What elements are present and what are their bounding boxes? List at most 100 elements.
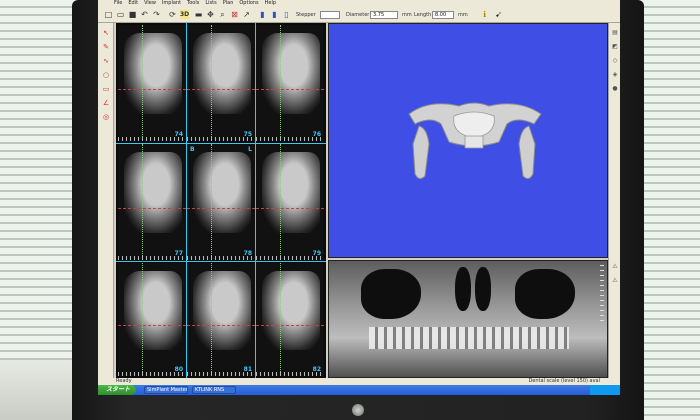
ct-slice-image — [262, 271, 320, 351]
rectangle-tool-icon[interactable]: ▭ — [102, 85, 110, 93]
implant-icon[interactable]: ▮ — [258, 10, 267, 19]
guide-line — [280, 25, 282, 141]
slice-number: 74 — [174, 131, 183, 138]
view-option-icon[interactable]: ◈ — [611, 71, 619, 79]
toolbar: □ ▭ ■ ↶ ↷ ⟳ 3D ▬ ✥ ⌕ ⊠ ↗ ▮ ▮ ▯ Stepper D… — [98, 7, 620, 23]
maxillary-sinus-left — [361, 269, 421, 319]
warning-icon[interactable]: ⚠ — [611, 263, 619, 271]
guide-line — [118, 325, 186, 327]
arrow-icon[interactable]: ↗ — [242, 10, 251, 19]
view-option-icon[interactable]: ● — [611, 85, 619, 93]
guide-line — [256, 207, 324, 209]
abutment-icon[interactable]: ▯ — [282, 10, 291, 19]
warning-icon[interactable]: ⚠ — [611, 277, 619, 285]
menu-options[interactable]: Options — [239, 0, 258, 7]
redo-icon[interactable]: ↷ — [152, 10, 161, 19]
pan-icon[interactable]: ✥ — [206, 10, 215, 19]
view-option-icon[interactable]: ▤ — [611, 29, 619, 37]
ct-slice-image — [124, 271, 182, 351]
menu-help[interactable]: Help — [265, 0, 276, 7]
menu-plan[interactable]: Plan — [223, 0, 234, 7]
pointer-icon[interactable]: ➹ — [494, 10, 503, 19]
slice-number: 77 — [174, 250, 183, 257]
selection-frame-line — [116, 261, 326, 262]
ct-slice-image — [262, 152, 320, 234]
panoramic-scale — [600, 265, 604, 325]
info-icon[interactable]: ℹ — [480, 10, 489, 19]
slice-view[interactable]: 77 — [118, 144, 186, 260]
start-button[interactable]: スタート — [98, 385, 136, 395]
stepper-field[interactable] — [320, 11, 340, 19]
ct-slice-image — [124, 33, 182, 115]
window-level-icon[interactable]: ▬ — [194, 10, 203, 19]
window-blinds-left — [0, 0, 80, 420]
3d-viewport[interactable] — [328, 23, 608, 258]
slice-view[interactable]: 76 — [256, 25, 324, 141]
guide-line — [118, 88, 186, 90]
slice-view[interactable]: 74 — [118, 25, 186, 141]
monitor-power-button[interactable] — [352, 404, 364, 416]
nerve-icon[interactable]: ▮ — [270, 10, 279, 19]
zoom-icon[interactable]: ⌕ — [218, 10, 227, 19]
measure-icon[interactable]: ⊠ — [230, 10, 239, 19]
view-option-icon[interactable]: ◇ — [611, 57, 619, 65]
stepper-label: Stepper — [296, 12, 316, 18]
save-icon[interactable]: ■ — [128, 10, 137, 19]
guide-line — [280, 263, 282, 376]
guide-line — [187, 325, 255, 327]
3d-jaw-model[interactable] — [399, 94, 549, 194]
length-select[interactable]: 8.00 — [432, 11, 454, 19]
slice-number: 76 — [312, 131, 321, 138]
panoramic-view[interactable] — [328, 260, 608, 378]
slice-view[interactable]: 81 — [187, 263, 255, 376]
undo-icon[interactable]: ↶ — [140, 10, 149, 19]
menu-view[interactable]: View — [144, 0, 156, 7]
ct-slice-image — [193, 33, 251, 115]
slice-view[interactable]: 80 — [118, 263, 186, 376]
slice-view[interactable]: 75 — [187, 25, 255, 141]
nasal-cavity-right — [475, 267, 491, 311]
selection-frame-line — [186, 23, 187, 378]
circle-tool-icon[interactable]: ○ — [102, 71, 110, 79]
view-option-icon[interactable]: ◩ — [611, 43, 619, 51]
menu-edit[interactable]: Edit — [128, 0, 138, 7]
select-tool-icon[interactable]: ↖ — [102, 29, 110, 37]
menu-bar: File Edit View Implant Tools Lists Plan … — [98, 0, 620, 7]
selection-frame-line — [116, 143, 326, 144]
nerve-draw-icon[interactable]: ∿ — [102, 57, 110, 65]
slice-number: 81 — [243, 366, 252, 373]
guide-line — [187, 88, 255, 90]
slice-view[interactable]: 82 — [256, 263, 324, 376]
slice-number: 80 — [174, 366, 183, 373]
nasal-cavity-left — [455, 267, 471, 311]
angle-tool-icon[interactable]: ∠ — [102, 99, 110, 107]
system-tray — [590, 385, 620, 395]
taskbar-item[interactable]: SimPlant Master — [144, 386, 188, 394]
density-tool-icon[interactable]: ◎ — [102, 113, 110, 121]
right-tool-strip: ▤ ◩ ◇ ◈ ● ⚠ ⚠ — [608, 23, 620, 378]
orientation-label-lingual: L — [248, 146, 252, 153]
3d-mode-button[interactable]: 3D — [180, 10, 189, 19]
taskbar-item[interactable]: KTLINK RNS — [192, 386, 236, 394]
rotate-icon[interactable]: ⟳ — [168, 10, 177, 19]
menu-implant[interactable]: Implant — [162, 0, 181, 7]
diameter-select[interactable]: 3.75 — [370, 11, 398, 19]
pencil-tool-icon[interactable]: ✎ — [102, 43, 110, 51]
guide-line — [256, 325, 324, 327]
ct-slice-image — [193, 271, 251, 351]
menu-file[interactable]: File — [114, 0, 122, 7]
guide-line — [118, 207, 186, 209]
ct-slice-image — [262, 33, 320, 115]
open-folder-icon[interactable]: ▭ — [116, 10, 125, 19]
menu-lists[interactable]: Lists — [205, 0, 216, 7]
status-text-right: Dental scale (level 150) aval — [528, 378, 600, 384]
menu-tools[interactable]: Tools — [187, 0, 199, 7]
taskbar: スタート SimPlant Master KTLINK RNS — [98, 385, 620, 395]
length-unit: mm — [458, 12, 468, 18]
guide-line — [142, 144, 144, 260]
new-file-icon[interactable]: □ — [104, 10, 113, 19]
ct-slice-image — [193, 152, 251, 234]
selection-frame-line — [255, 23, 256, 378]
slice-view[interactable]: 79 — [256, 144, 324, 260]
slice-view-selected[interactable]: B L 78 — [187, 144, 255, 260]
